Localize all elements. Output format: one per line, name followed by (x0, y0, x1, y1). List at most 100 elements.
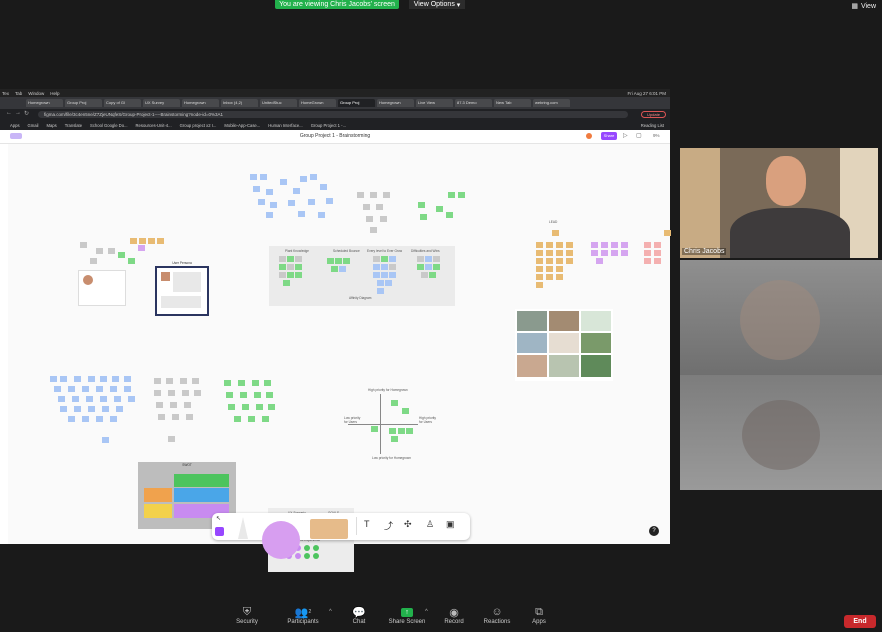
sticky-note[interactable] (172, 414, 179, 420)
sticky-note[interactable] (102, 406, 109, 412)
browser-tab[interactable]: UnitedStuc (260, 99, 297, 107)
sticky-note[interactable] (80, 242, 87, 248)
sticky-note[interactable] (248, 416, 255, 422)
sticky-note[interactable] (433, 256, 440, 262)
sticky-note[interactable] (102, 437, 109, 443)
back-icon[interactable]: ← (6, 110, 12, 116)
sticky-note[interactable] (114, 396, 121, 402)
sticky-note[interactable] (110, 386, 117, 392)
bookmark-item[interactable]: Group Project 1 -... (311, 123, 346, 128)
sticky-note[interactable] (156, 402, 163, 408)
sticky-note[interactable] (417, 256, 424, 262)
menu-item[interactable]: Tab (15, 91, 22, 96)
sticky-note[interactable] (373, 264, 380, 270)
sticky-note[interactable] (389, 264, 396, 270)
forward-icon[interactable]: → (15, 110, 21, 116)
sticky-note[interactable] (402, 408, 409, 414)
sticky-note[interactable] (389, 256, 396, 262)
sticky-note[interactable] (601, 250, 608, 256)
sticky-note[interactable] (536, 274, 543, 280)
browser-tab[interactable]: Live View (416, 99, 453, 107)
sticky-note[interactable] (389, 428, 396, 434)
hand-tool-icon[interactable] (215, 527, 224, 536)
sticky-note[interactable] (86, 396, 93, 402)
sticky-note[interactable] (224, 380, 231, 386)
sticky-note[interactable] (326, 198, 333, 204)
sticky-note[interactable] (556, 274, 563, 280)
sticky-note[interactable] (88, 406, 95, 412)
sticky-note[interactable] (343, 258, 350, 264)
sticky-note[interactable] (128, 258, 135, 264)
sticky-note[interactable] (96, 386, 103, 392)
sticky-note[interactable] (50, 376, 57, 382)
sticky-note[interactable] (148, 238, 155, 244)
sticky-note[interactable] (381, 272, 388, 278)
sticky-note[interactable] (68, 386, 75, 392)
reload-icon[interactable]: ↻ (24, 110, 29, 117)
sticky-note[interactable] (429, 272, 436, 278)
inspiration-collage[interactable] (515, 309, 613, 381)
sticky-note[interactable] (266, 189, 273, 195)
text-tool-icon[interactable]: T (364, 519, 370, 529)
sticky-note[interactable] (371, 426, 378, 432)
marker-tool-icon[interactable] (238, 517, 248, 539)
sticky-note[interactable] (118, 252, 125, 258)
sticky-note[interactable] (280, 179, 287, 185)
sticky-note[interactable] (288, 200, 295, 206)
sticky-note[interactable] (389, 272, 396, 278)
affinity-diagram-board[interactable]: Plant Knowledge Scheduled Bounce Every l… (269, 246, 455, 306)
sticky-note[interactable] (339, 266, 346, 272)
bookmark-item[interactable]: Apps (10, 123, 20, 128)
sticky-note[interactable] (446, 212, 453, 218)
end-meeting-button[interactable]: End (844, 615, 876, 628)
participant-video-blurred[interactable] (680, 260, 882, 490)
sticky-note[interactable] (335, 258, 342, 264)
view-options-button[interactable]: View Options ▾ (409, 0, 465, 9)
bookmark-item[interactable]: Human Interface... (268, 123, 302, 128)
media-tool-icon[interactable]: ▣ (446, 519, 455, 530)
file-title[interactable]: Group Project 1 - Brainstorming (0, 133, 670, 139)
browser-tab[interactable]: Homegrown (182, 99, 219, 107)
shape-tool-icon[interactable] (262, 521, 300, 559)
sticky-tool-icon[interactable] (310, 519, 348, 539)
sticky-note[interactable] (380, 216, 387, 222)
sticky-note[interactable] (654, 250, 661, 256)
sticky-note[interactable] (54, 386, 61, 392)
sticky-note[interactable] (74, 406, 81, 412)
sticky-note[interactable] (100, 376, 107, 382)
sticky-note[interactable] (74, 376, 81, 382)
browser-tab[interactable]: webring.com (533, 99, 570, 107)
sticky-note[interactable] (72, 396, 79, 402)
sticky-note[interactable] (552, 230, 559, 236)
sticky-note[interactable] (240, 392, 247, 398)
sticky-note[interactable] (186, 414, 193, 420)
sticky-note[interactable] (536, 258, 543, 264)
sticky-note[interactable] (108, 248, 115, 254)
sticky-note[interactable] (90, 258, 97, 264)
sticky-note[interactable] (254, 392, 261, 398)
sticky-note[interactable] (279, 264, 286, 270)
sticky-note[interactable] (433, 264, 440, 270)
persona-card[interactable] (78, 270, 126, 306)
sticky-note[interactable] (621, 242, 628, 248)
sticky-note[interactable] (262, 416, 269, 422)
sticky-note[interactable] (385, 280, 392, 286)
security-button[interactable]: ⛨ Security (217, 605, 277, 626)
sticky-note[interactable] (458, 192, 465, 198)
sticky-note[interactable] (266, 212, 273, 218)
sticky-note[interactable] (295, 264, 302, 270)
sticky-note[interactable] (130, 238, 137, 244)
sticky-note[interactable] (546, 250, 553, 256)
sticky-note[interactable] (383, 192, 390, 198)
sticky-note[interactable] (96, 248, 103, 254)
sticky-note[interactable] (158, 414, 165, 420)
help-icon[interactable]: ? (649, 526, 659, 536)
sticky-note[interactable] (154, 378, 161, 384)
sticky-note[interactable] (536, 242, 543, 248)
bookmark-item[interactable]: Resources-Unit-4... (136, 123, 172, 128)
sticky-note[interactable] (644, 258, 651, 264)
sticky-note[interactable] (357, 192, 364, 198)
sticky-note[interactable] (376, 204, 383, 210)
sticky-note[interactable] (234, 416, 241, 422)
sticky-note[interactable] (252, 380, 259, 386)
